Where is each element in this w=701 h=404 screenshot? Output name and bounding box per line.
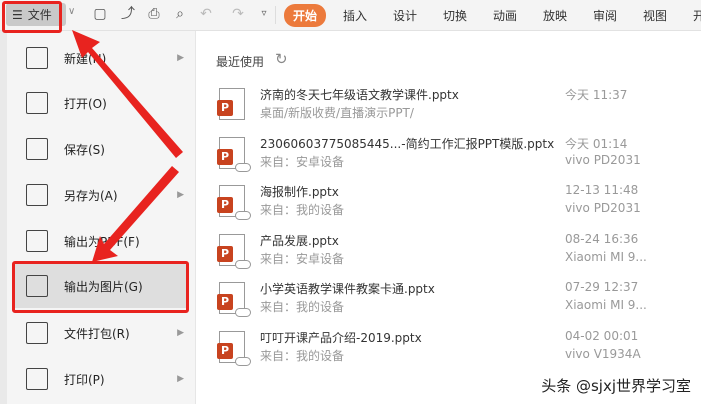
menu-item-print[interactable]: 打印(P) ▶: [12, 357, 186, 401]
menu-item-export-pdf[interactable]: 输出为PDF(F): [12, 219, 186, 263]
recent-file-row[interactable]: P 23060603775085445...-简约工作汇报PPT模版.pptx …: [217, 135, 687, 175]
recent-title: 最近使用: [216, 55, 265, 69]
cloud-icon: [235, 162, 251, 172]
cloud-icon: [235, 356, 251, 366]
print-icon: [26, 368, 48, 390]
package-icon: [26, 322, 48, 344]
file-device: Xiaomi MI 9...: [565, 249, 647, 264]
file-time: 今天 01:14: [565, 136, 628, 151]
menu-item-package[interactable]: 文件打包(R) ▶: [12, 311, 186, 355]
tab-view[interactable]: 视图: [643, 7, 667, 24]
file-device: vivo PD2031: [565, 201, 641, 215]
file-location: 来自：安卓设备: [260, 251, 345, 266]
menu-item-save-as[interactable]: 另存为(A) ▶: [12, 173, 186, 217]
new-file-icon: [26, 47, 48, 69]
cloud-icon: [235, 211, 251, 220]
chevron-down-icon[interactable]: ∨: [68, 6, 75, 17]
pptx-file-icon: P: [217, 88, 245, 120]
file-time: 07-29 12:37: [565, 280, 639, 294]
tab-animation[interactable]: 动画: [493, 7, 517, 24]
cloud-icon: [235, 259, 251, 269]
file-time: 08-24 16:36: [565, 231, 639, 246]
file-location: 桌面/新版收费/直播演示PPT/: [260, 106, 414, 120]
chevron-right-icon: ▶: [177, 328, 184, 338]
cloud-icon: [235, 308, 251, 317]
customize-icon[interactable]: ▿: [256, 6, 272, 22]
save-icon: [26, 138, 48, 160]
save-icon[interactable]: ▢: [92, 6, 108, 22]
recent-file-row[interactable]: P 海报制作.pptx 来自：我的设备 12-13 11:48 vivo PD2…: [217, 183, 687, 223]
redo-icon[interactable]: ↷: [230, 6, 246, 22]
print-preview-icon[interactable]: ⌕: [172, 6, 188, 22]
tab-more[interactable]: 开: [693, 7, 701, 24]
file-time: 04-02 00:01: [565, 328, 639, 343]
tab-insert[interactable]: 插入: [343, 7, 367, 24]
file-name: 海报制作.pptx: [260, 185, 339, 199]
sidebar-strip: [0, 31, 7, 404]
file-time: 今天 11:37: [565, 88, 628, 102]
chevron-right-icon: ▶: [177, 190, 184, 200]
pptx-file-icon: P: [217, 282, 251, 317]
refresh-icon[interactable]: ↻: [275, 50, 288, 68]
recent-file-row[interactable]: P 济南的冬天七年级语文教学课件.pptx 桌面/新版收费/直播演示PPT/ 今…: [217, 86, 687, 126]
undo-icon[interactable]: ↶: [198, 6, 214, 22]
menu-item-save[interactable]: 保存(S): [12, 127, 186, 171]
recent-file-row[interactable]: P 产品发展.pptx 来自：安卓设备 08-24 16:36 Xiaomi M…: [217, 232, 687, 272]
file-name: 济南的冬天七年级语文教学课件.pptx: [260, 88, 459, 102]
file-location: 来自：我的设备: [260, 348, 345, 363]
file-name: 小学英语教学课件教案卡通.pptx: [260, 282, 435, 296]
file-name: 23060603775085445...-简约工作汇报PPT模版.pptx: [260, 136, 555, 151]
chevron-right-icon: ▶: [177, 374, 184, 384]
file-name: 叮叮开课产品介绍-2019.pptx: [260, 330, 422, 345]
export-icon[interactable]: ⤴: [120, 6, 136, 22]
file-location: 来自：我的设备: [260, 300, 345, 314]
tab-slideshow[interactable]: 放映: [543, 7, 567, 24]
pptx-file-icon: P: [217, 185, 251, 220]
tab-review[interactable]: 审阅: [593, 7, 617, 24]
pptx-file-icon: P: [217, 233, 251, 269]
watermark: 头条 @sjxj世界学习室: [541, 377, 691, 395]
tab-design[interactable]: 设计: [393, 7, 417, 24]
file-device: vivo PD2031: [565, 152, 641, 167]
tab-home[interactable]: 开始: [284, 4, 327, 27]
divider: [275, 6, 276, 24]
recent-file-row[interactable]: P 叮叮开课产品介绍-2019.pptx 来自：我的设备 04-02 00:01…: [217, 329, 687, 369]
pptx-file-icon: P: [217, 330, 251, 366]
file-location: 来自：安卓设备: [260, 154, 345, 169]
file-name: 产品发展.pptx: [260, 233, 339, 248]
recent-file-row[interactable]: P 小学英语教学课件教案卡通.pptx 来自：我的设备 07-29 12:37 …: [217, 280, 687, 320]
file-location: 来自：我的设备: [260, 203, 345, 217]
folder-icon: [26, 92, 48, 114]
print-icon[interactable]: ⎙: [146, 6, 162, 22]
tab-transition[interactable]: 切换: [443, 7, 467, 24]
pptx-file-icon: P: [217, 136, 251, 172]
file-device: Xiaomi MI 9...: [565, 298, 647, 312]
file-time: 12-13 11:48: [565, 183, 639, 197]
export-pdf-icon: [26, 230, 48, 252]
highlight-box-file: [2, 1, 62, 33]
chevron-right-icon: ▶: [177, 53, 184, 63]
toolbar: ☰ 文件 ∨ ▢ ⤴ ⎙ ⌕ ↶ ↷ ▿ 开始 插入 设计 切换 动画 放映 审阅…: [0, 0, 701, 31]
menu-item-open[interactable]: 打开(O): [12, 81, 186, 125]
highlight-box-export-image: [12, 261, 189, 313]
file-device: vivo V1934A: [565, 346, 641, 361]
menu-item-new[interactable]: 新建(N) ▶: [12, 36, 186, 80]
save-as-icon: [26, 184, 48, 206]
